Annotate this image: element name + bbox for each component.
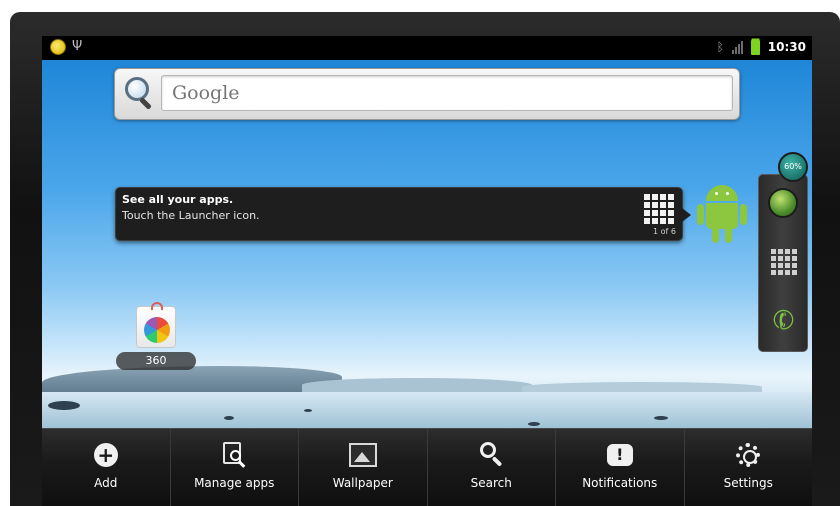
launcher-grid-icon[interactable] bbox=[771, 249, 797, 275]
search-icon[interactable] bbox=[123, 76, 157, 110]
android-screen: Ψ ᛒ 10:30 See all your apps. To bbox=[42, 36, 812, 506]
wallpaper-rock bbox=[304, 409, 312, 412]
notifications-icon: ! bbox=[606, 441, 634, 469]
wallpaper-icon bbox=[348, 441, 377, 469]
wallpaper-rock bbox=[654, 416, 668, 420]
options-menu: + Add Manage apps Wallpaper Search ! Not… bbox=[42, 428, 812, 506]
tip-body: Touch the Launcher icon. bbox=[122, 209, 260, 222]
search-input[interactable] bbox=[161, 75, 733, 111]
wallpaper-water bbox=[42, 392, 812, 428]
google-search-widget[interactable] bbox=[114, 68, 740, 120]
menu-item-settings[interactable]: Settings bbox=[685, 429, 813, 506]
launcher-tip-balloon[interactable]: See all your apps. Touch the Launcher ic… bbox=[115, 187, 691, 241]
tip-page-indicator: 1 of 6 bbox=[653, 227, 676, 236]
app-360-icon[interactable] bbox=[136, 302, 176, 348]
launcher-grid-icon bbox=[644, 194, 674, 224]
menu-item-add[interactable]: + Add bbox=[42, 429, 171, 506]
status-bar-left: Ψ bbox=[50, 39, 82, 55]
wallpaper-mountain bbox=[522, 382, 762, 392]
clock: 10:30 bbox=[767, 40, 806, 54]
android-robot-icon bbox=[697, 185, 747, 245]
tip-title: See all your apps. bbox=[122, 193, 234, 206]
wallpaper-rock bbox=[528, 422, 540, 426]
search-icon bbox=[477, 441, 505, 469]
signal-icon bbox=[731, 40, 743, 54]
dock-badge: 60% bbox=[778, 152, 808, 182]
menu-item-search[interactable]: Search bbox=[428, 429, 556, 506]
menu-item-manage-apps[interactable]: Manage apps bbox=[171, 429, 299, 506]
menu-item-label: Notifications bbox=[582, 476, 658, 490]
menu-item-label: Wallpaper bbox=[332, 476, 393, 490]
menu-item-label: Search bbox=[470, 476, 512, 490]
status-bar-right: ᛒ 10:30 bbox=[717, 39, 806, 55]
menu-item-wallpaper[interactable]: Wallpaper bbox=[299, 429, 428, 506]
manage-apps-icon bbox=[220, 441, 248, 469]
menu-item-notifications[interactable]: ! Notifications bbox=[556, 429, 685, 506]
usb-icon: Ψ bbox=[72, 39, 83, 54]
app-shortcut-label: 360 bbox=[116, 352, 196, 370]
app-shortcut-360[interactable]: 360 bbox=[116, 302, 196, 376]
settings-icon bbox=[734, 441, 762, 469]
notification-dot-icon[interactable] bbox=[50, 39, 66, 55]
status-bar: Ψ ᛒ 10:30 bbox=[42, 36, 812, 60]
battery-icon bbox=[750, 39, 760, 55]
bluetooth-icon: ᛒ bbox=[716, 40, 724, 54]
add-icon: + bbox=[92, 441, 120, 469]
browser-globe-icon[interactable] bbox=[768, 188, 798, 218]
wallpaper-rock bbox=[224, 416, 234, 420]
menu-item-label: Settings bbox=[723, 476, 773, 490]
menu-item-label: Manage apps bbox=[194, 476, 275, 490]
wallpaper-mountain bbox=[302, 378, 532, 392]
menu-item-label: Add bbox=[94, 476, 118, 490]
wallpaper-rock bbox=[48, 401, 80, 410]
